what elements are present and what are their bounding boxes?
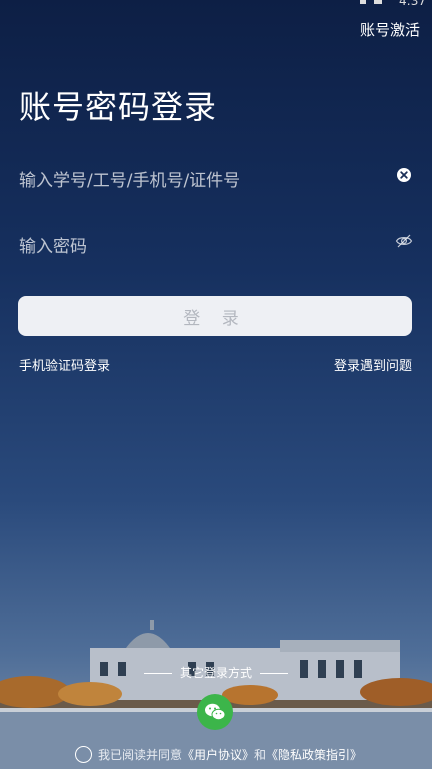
other-login-label: 其它登录方式	[179, 666, 252, 680]
login-button[interactable]: 登 录	[18, 296, 412, 336]
account-input[interactable]: 输入学号/工号/手机号/证件号	[19, 166, 240, 191]
account-activate-link[interactable]: 账号激活	[360, 19, 420, 40]
clear-icon[interactable]	[395, 166, 413, 184]
status-time: 4:37	[399, 0, 426, 8]
sms-login-link[interactable]: 手机验证码登录	[19, 355, 110, 374]
login-trouble-link[interactable]: 登录遇到问题	[334, 355, 412, 374]
other-login-divider: 其它登录方式	[0, 664, 432, 681]
password-input[interactable]: 输入密码	[19, 232, 87, 257]
agreement-checkbox[interactable]	[75, 745, 92, 763]
agreement-row: 我已阅读并同意 《用户协议》 和 《隐私政策指引》	[75, 744, 362, 764]
eye-hidden-icon[interactable]	[395, 232, 413, 250]
agreement-prefix: 我已阅读并同意	[98, 747, 183, 762]
wechat-icon	[205, 703, 226, 721]
signal-icon	[374, 0, 382, 4]
password-field[interactable]: 输入密码	[19, 224, 413, 260]
page-title: 账号密码登录	[19, 88, 218, 126]
agreement-and: 和	[254, 747, 267, 762]
user-agreement-link[interactable]: 《用户协议》	[182, 746, 254, 763]
status-bar: 4:37	[0, 0, 432, 8]
account-field[interactable]: 输入学号/工号/手机号/证件号	[19, 158, 413, 194]
privacy-policy-link[interactable]: 《隐私政策指引》	[266, 746, 362, 763]
battery-icon	[360, 0, 366, 4]
wechat-login-button[interactable]	[197, 694, 233, 730]
